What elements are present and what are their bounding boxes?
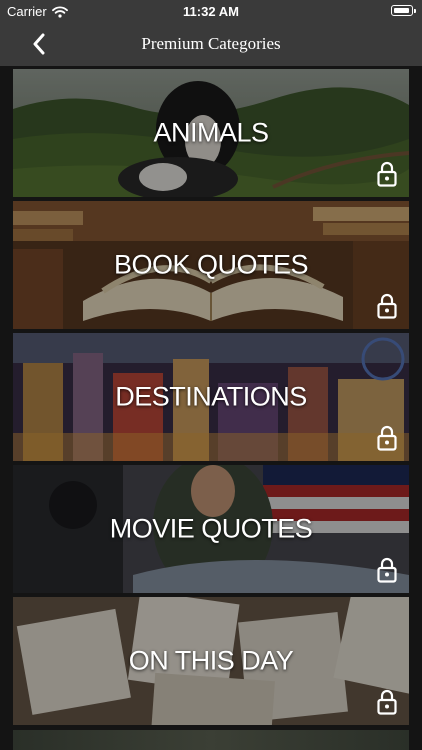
category-card-destinations[interactable]: DESTINATIONS: [13, 333, 409, 461]
lock-icon: [377, 557, 397, 583]
battery-icon: [391, 5, 416, 16]
page-title: Premium Categories: [141, 34, 281, 53]
category-title: BOOK QUOTES: [113, 249, 309, 280]
category-card-movie-quotes[interactable]: MOVIE QUOTES: [13, 465, 409, 593]
status-bar: Carrier 11:32 AM: [0, 0, 422, 22]
next-category-card-partial[interactable]: [13, 730, 409, 750]
category-card-book-quotes[interactable]: BOOK QUOTES: [13, 201, 409, 329]
category-card-animals[interactable]: ANIMALS: [13, 69, 409, 197]
lock-icon: [377, 689, 397, 715]
status-time: 11:32 AM: [183, 4, 239, 19]
category-title: ON THIS DAY: [128, 645, 294, 676]
navigation-bar: Premium Categories: [0, 22, 422, 66]
category-title: DESTINATIONS: [115, 381, 307, 412]
lock-icon: [377, 161, 397, 187]
category-card-on-this-day[interactable]: ON THIS DAY: [13, 597, 409, 725]
lock-icon: [377, 293, 397, 319]
category-title: ANIMALS: [153, 117, 269, 148]
category-title: MOVIE QUOTES: [109, 513, 313, 544]
lock-icon: [377, 425, 397, 451]
category-list: ANIMALS BOOK QUOTES DESTINATIONS MOVIE Q…: [0, 66, 422, 750]
